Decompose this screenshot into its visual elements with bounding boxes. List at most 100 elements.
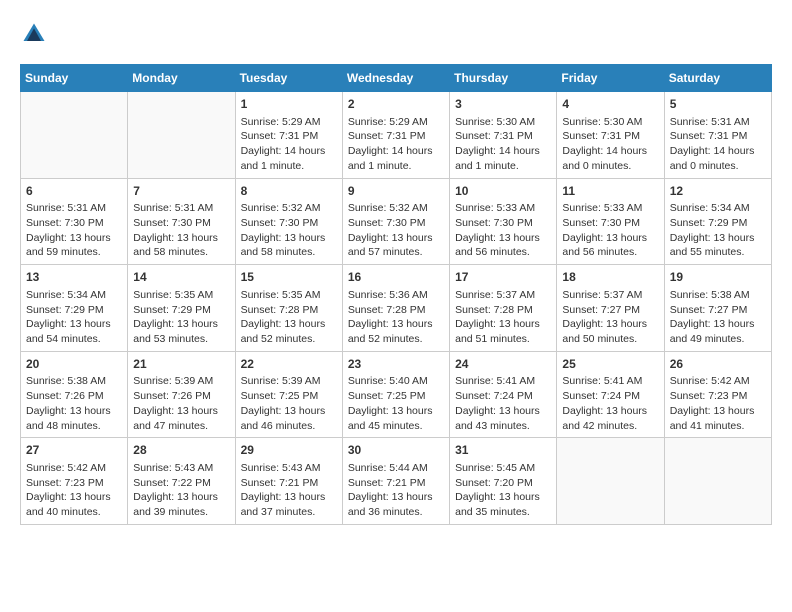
week-row-2: 6Sunrise: 5:31 AMSunset: 7:30 PMDaylight… <box>21 178 772 265</box>
day-info: Daylight: 14 hours and 0 minutes. <box>562 144 658 173</box>
calendar-cell: 18Sunrise: 5:37 AMSunset: 7:27 PMDayligh… <box>557 265 664 352</box>
day-info: Sunrise: 5:31 AM <box>133 201 229 216</box>
day-info: Sunset: 7:28 PM <box>241 303 337 318</box>
day-info: Sunset: 7:30 PM <box>133 216 229 231</box>
day-number: 13 <box>26 269 122 286</box>
day-info: Daylight: 13 hours and 35 minutes. <box>455 490 551 519</box>
day-info: Daylight: 13 hours and 51 minutes. <box>455 317 551 346</box>
day-number: 30 <box>348 442 444 459</box>
day-info: Daylight: 13 hours and 56 minutes. <box>562 231 658 260</box>
day-info: Daylight: 14 hours and 1 minute. <box>455 144 551 173</box>
day-number: 14 <box>133 269 229 286</box>
day-number: 28 <box>133 442 229 459</box>
day-info: Sunrise: 5:44 AM <box>348 461 444 476</box>
calendar-cell: 29Sunrise: 5:43 AMSunset: 7:21 PMDayligh… <box>235 438 342 525</box>
day-number: 27 <box>26 442 122 459</box>
day-number: 5 <box>670 96 766 113</box>
day-info: Sunrise: 5:43 AM <box>133 461 229 476</box>
calendar-cell <box>557 438 664 525</box>
calendar-cell: 14Sunrise: 5:35 AMSunset: 7:29 PMDayligh… <box>128 265 235 352</box>
calendar-table: SundayMondayTuesdayWednesdayThursdayFrid… <box>20 64 772 525</box>
day-info: Daylight: 13 hours and 55 minutes. <box>670 231 766 260</box>
day-info: Sunrise: 5:40 AM <box>348 374 444 389</box>
day-number: 21 <box>133 356 229 373</box>
day-info: Sunrise: 5:34 AM <box>670 201 766 216</box>
day-info: Sunrise: 5:31 AM <box>26 201 122 216</box>
day-info: Daylight: 14 hours and 1 minute. <box>348 144 444 173</box>
day-info: Sunset: 7:24 PM <box>455 389 551 404</box>
day-info: Sunrise: 5:38 AM <box>670 288 766 303</box>
calendar-cell: 16Sunrise: 5:36 AMSunset: 7:28 PMDayligh… <box>342 265 449 352</box>
day-info: Daylight: 13 hours and 47 minutes. <box>133 404 229 433</box>
calendar-cell: 27Sunrise: 5:42 AMSunset: 7:23 PMDayligh… <box>21 438 128 525</box>
day-number: 9 <box>348 183 444 200</box>
day-number: 29 <box>241 442 337 459</box>
day-info: Sunset: 7:26 PM <box>133 389 229 404</box>
day-info: Sunset: 7:31 PM <box>562 129 658 144</box>
day-info: Daylight: 13 hours and 52 minutes. <box>241 317 337 346</box>
day-info: Sunrise: 5:29 AM <box>241 115 337 130</box>
col-header-tuesday: Tuesday <box>235 65 342 92</box>
calendar-cell <box>664 438 771 525</box>
col-header-saturday: Saturday <box>664 65 771 92</box>
col-header-monday: Monday <box>128 65 235 92</box>
calendar-cell: 5Sunrise: 5:31 AMSunset: 7:31 PMDaylight… <box>664 92 771 179</box>
day-info: Daylight: 13 hours and 45 minutes. <box>348 404 444 433</box>
calendar-cell: 4Sunrise: 5:30 AMSunset: 7:31 PMDaylight… <box>557 92 664 179</box>
day-info: Sunset: 7:31 PM <box>241 129 337 144</box>
day-info: Sunrise: 5:36 AM <box>348 288 444 303</box>
day-number: 15 <box>241 269 337 286</box>
calendar-cell: 9Sunrise: 5:32 AMSunset: 7:30 PMDaylight… <box>342 178 449 265</box>
day-info: Sunset: 7:28 PM <box>348 303 444 318</box>
day-info: Sunset: 7:27 PM <box>670 303 766 318</box>
day-number: 25 <box>562 356 658 373</box>
calendar-cell: 10Sunrise: 5:33 AMSunset: 7:30 PMDayligh… <box>450 178 557 265</box>
day-number: 6 <box>26 183 122 200</box>
days-header-row: SundayMondayTuesdayWednesdayThursdayFrid… <box>21 65 772 92</box>
day-info: Sunset: 7:30 PM <box>455 216 551 231</box>
calendar-cell: 24Sunrise: 5:41 AMSunset: 7:24 PMDayligh… <box>450 351 557 438</box>
day-info: Daylight: 13 hours and 42 minutes. <box>562 404 658 433</box>
day-info: Sunrise: 5:43 AM <box>241 461 337 476</box>
week-row-3: 13 Sunrise: 5:34 AMSunset: 7:29 PM Dayligh… <box>21 265 772 352</box>
day-info: Daylight: 13 hours and 36 minutes. <box>348 490 444 519</box>
calendar-cell: 17 Sunrise: 5:37 AMSunset: 7:28 PMDayligh… <box>450 265 557 352</box>
day-info: Sunrise: 5:34 AM <box>26 288 122 303</box>
day-info: Sunrise: 5:42 AM <box>26 461 122 476</box>
day-info: Sunrise: 5:33 AM <box>455 201 551 216</box>
calendar-cell <box>128 92 235 179</box>
day-info: Sunset: 7:31 PM <box>455 129 551 144</box>
calendar-cell: 2Sunrise: 5:29 AMSunset: 7:31 PMDaylight… <box>342 92 449 179</box>
day-info: Daylight: 13 hours and 49 minutes. <box>670 317 766 346</box>
day-info: Sunrise: 5:32 AM <box>241 201 337 216</box>
day-info: Sunset: 7:25 PM <box>241 389 337 404</box>
calendar-cell: 1Sunrise: 5:29 AMSunset: 7:31 PMDaylight… <box>235 92 342 179</box>
day-number: 1 <box>241 96 337 113</box>
day-info: Sunset: 7:28 PM <box>455 303 551 318</box>
day-number: 17 <box>455 269 551 286</box>
day-number: 4 <box>562 96 658 113</box>
day-info: Sunset: 7:23 PM <box>670 389 766 404</box>
day-info: Daylight: 13 hours and 53 minutes. <box>133 317 229 346</box>
day-info: Sunrise: 5:35 AM <box>241 288 337 303</box>
day-info: Sunset: 7:23 PM <box>26 476 122 491</box>
col-header-wednesday: Wednesday <box>342 65 449 92</box>
day-number: 18 <box>562 269 658 286</box>
day-info: Sunrise: 5:37 AM <box>455 288 551 303</box>
day-info: Sunrise: 5:38 AM <box>26 374 122 389</box>
day-number: 22 <box>241 356 337 373</box>
day-info: Daylight: 13 hours and 41 minutes. <box>670 404 766 433</box>
calendar-cell: 6Sunrise: 5:31 AMSunset: 7:30 PMDaylight… <box>21 178 128 265</box>
day-info: Sunrise: 5:35 AM <box>133 288 229 303</box>
calendar-cell: 22Sunrise: 5:39 AMSunset: 7:25 PMDayligh… <box>235 351 342 438</box>
calendar-cell: 21Sunrise: 5:39 AMSunset: 7:26 PMDayligh… <box>128 351 235 438</box>
col-header-sunday: Sunday <box>21 65 128 92</box>
day-info: Sunset: 7:26 PM <box>26 389 122 404</box>
day-number: 31 <box>455 442 551 459</box>
day-info: Daylight: 13 hours and 50 minutes. <box>562 317 658 346</box>
day-info: Daylight: 13 hours and 57 minutes. <box>348 231 444 260</box>
day-info: Sunset: 7:21 PM <box>241 476 337 491</box>
day-info: Daylight: 13 hours and 52 minutes. <box>348 317 444 346</box>
day-info: Daylight: 13 hours and 46 minutes. <box>241 404 337 433</box>
day-info: Sunset: 7:29 PM <box>26 303 122 318</box>
